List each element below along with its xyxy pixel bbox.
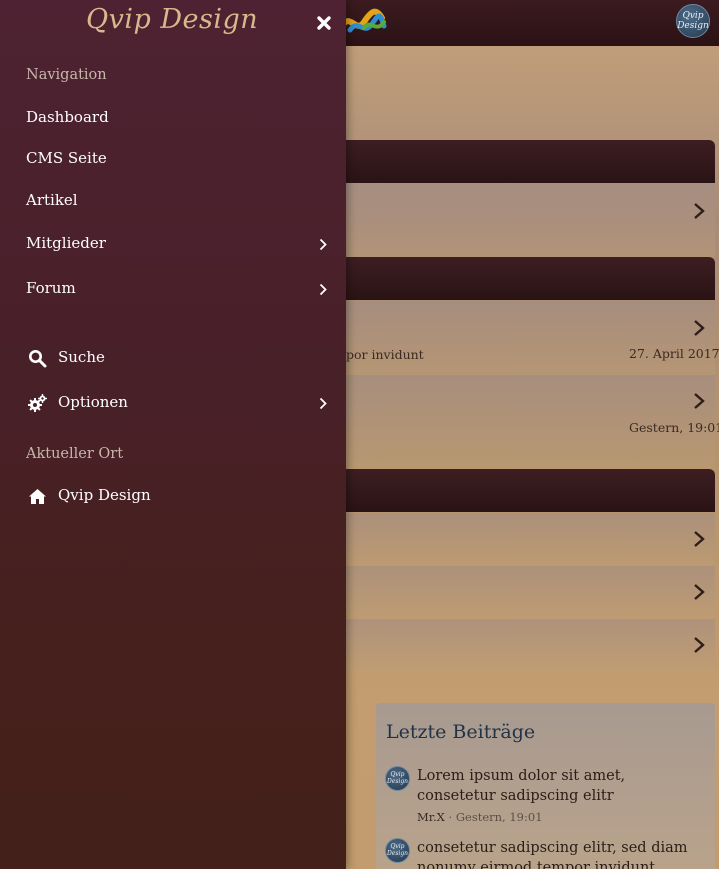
latest-posts-widget: Letzte Beiträge Qvip Design Lorem ipsum … [376,703,715,869]
chevron-right-icon [693,583,705,601]
brand-logo-icon[interactable] [339,4,388,40]
chevron-right-icon [319,283,327,296]
meta-separator: · [448,810,456,824]
drawer-logo[interactable]: Qvip Design [86,4,258,35]
menu-item-label: Artikel [26,191,78,209]
close-icon[interactable] [316,15,332,31]
side-drawer: Qvip Design Navigation Dashboard CMS Sei… [0,0,346,869]
menu-item-artikel[interactable]: Artikel [0,183,346,219]
chevron-right-icon [693,202,705,220]
menu-item-suche[interactable]: Suche [0,340,346,376]
menu-item-optionen[interactable]: Optionen [0,385,346,421]
home-icon [28,487,47,506]
menu-item-dashboard[interactable]: Dashboard [0,100,346,136]
chevron-right-icon [693,392,705,410]
search-icon [28,349,47,368]
menu-item-mitglieder[interactable]: Mitglieder [0,226,346,262]
cogs-icon [28,394,47,413]
chevron-right-icon [693,636,705,654]
thread-excerpt: por invidunt [346,347,424,362]
widget-title: Letzte Beiträge [386,721,536,743]
menu-item-label: CMS Seite [26,149,107,167]
menu-item-cms-seite[interactable]: CMS Seite [0,141,346,177]
menu-item-label: Suche [58,348,105,366]
thread-date: 27. April 2017 [629,346,719,361]
chevron-right-icon [693,530,705,548]
navigation-heading: Navigation [26,67,107,83]
menu-item-label: Dashboard [26,108,109,126]
menu-item-label: Qvip Design [58,486,151,504]
post-author[interactable]: Mr.X [417,810,445,824]
menu-item-label: Forum [26,279,76,297]
chevron-right-icon [693,319,705,337]
post-item[interactable]: Qvip Design Lorem ipsum dolor sit amet, … [385,766,705,826]
user-avatar[interactable]: Qvip Design [676,4,710,38]
avatar: Qvip Design [385,766,410,791]
post-item[interactable]: Qvip Design consetetur sadipscing elitr,… [385,838,705,869]
chevron-right-icon [319,238,327,251]
post-title[interactable]: consetetur sadipscing elitr, sed diam no… [417,838,707,869]
chevron-right-icon [319,397,327,410]
post-time: Gestern, 19:01 [455,810,543,824]
menu-item-label: Optionen [58,393,128,411]
menu-item-label: Mitglieder [26,234,106,252]
post-meta: Mr.X · Gestern, 19:01 [417,810,543,824]
menu-item-qvip-design[interactable]: Qvip Design [0,478,346,514]
post-title[interactable]: Lorem ipsum dolor sit amet, consetetur s… [417,766,707,806]
menu-item-forum[interactable]: Forum [0,271,346,307]
current-location-heading: Aktueller Ort [26,446,124,462]
thread-date: Gestern, 19:01 [629,420,719,435]
avatar: Qvip Design [385,838,410,863]
